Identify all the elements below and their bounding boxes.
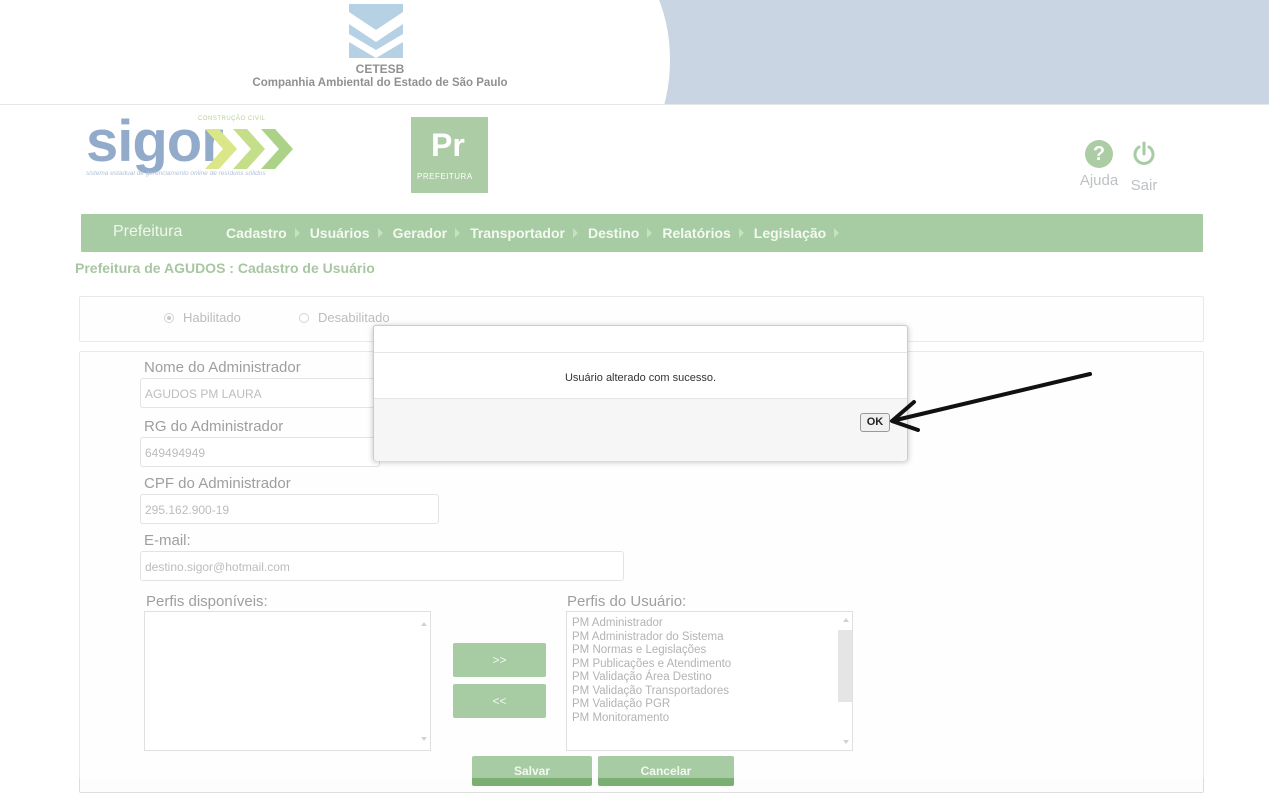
dialog-header — [374, 326, 907, 353]
dialog-footer — [374, 398, 907, 461]
pointer-arrow-icon — [890, 372, 1092, 432]
page: CETESB Companhia Ambiental do Estado de … — [0, 0, 1269, 793]
dialog-message: Usuário alterado com sucesso. — [564, 372, 716, 384]
success-dialog: Usuário alterado com sucesso. — [373, 325, 908, 461]
